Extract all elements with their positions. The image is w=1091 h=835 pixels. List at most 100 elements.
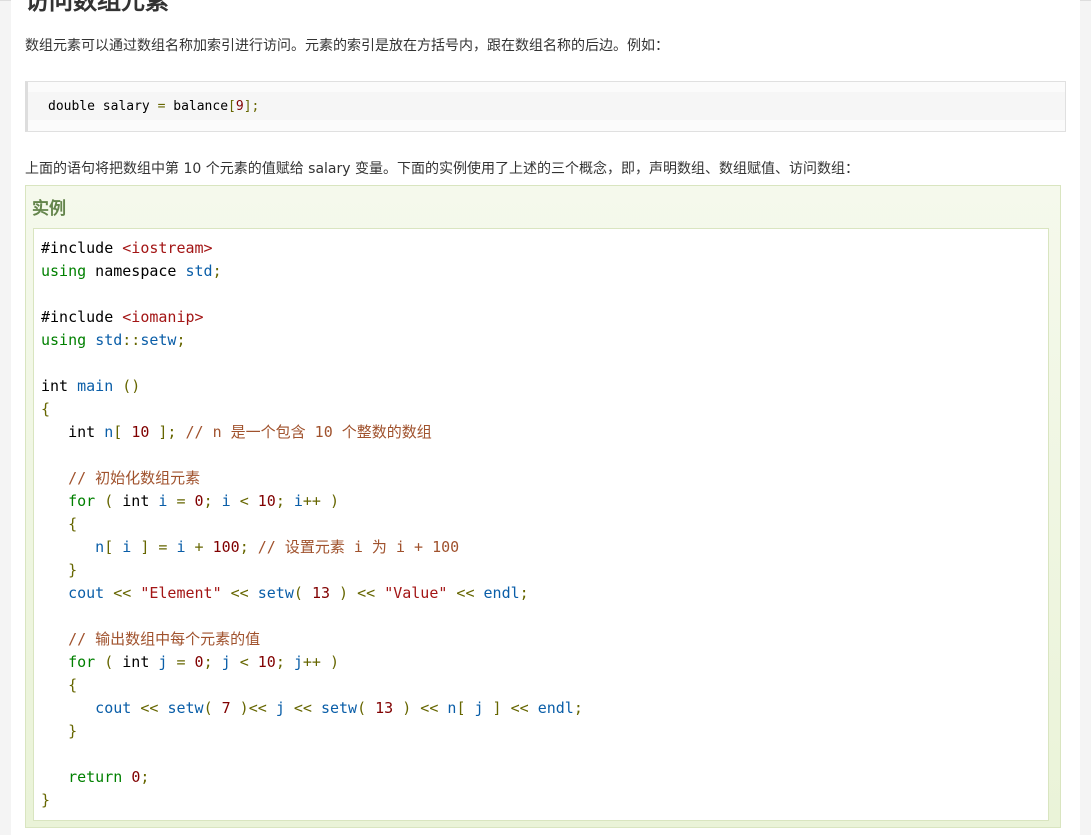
code-line: #include <iostream> bbox=[41, 237, 583, 260]
code-token: cout bbox=[41, 699, 132, 717]
code-token: + bbox=[194, 538, 213, 556]
intro-paragraph: 数组元素可以通过数组名称加索引进行访问。元素的索引是放在方括号内，跟在数组名称的… bbox=[25, 38, 669, 54]
code-token: "Element" bbox=[140, 584, 222, 602]
code-token: 13 bbox=[375, 699, 394, 717]
code-line: for ( int j = 0; j < 10; j++ ) bbox=[41, 651, 583, 674]
code-token: // 输出数组中每个元素的值 bbox=[41, 630, 261, 648]
code-token: i bbox=[149, 492, 177, 510]
code-token: int bbox=[41, 423, 96, 441]
code-token: setw bbox=[320, 699, 358, 717]
code-token: { bbox=[41, 400, 51, 418]
code-line: // 输出数组中每个元素的值 bbox=[41, 628, 583, 651]
code-token: int bbox=[122, 653, 150, 671]
code-token: setw bbox=[257, 584, 294, 602]
code-token: using bbox=[41, 262, 87, 280]
code-token: ; bbox=[203, 653, 222, 671]
code-token: << bbox=[104, 584, 141, 602]
code-token: salary bbox=[94, 99, 158, 114]
code-token: [ bbox=[456, 699, 475, 717]
code-token: endl bbox=[483, 584, 520, 602]
code-token: cout bbox=[41, 584, 105, 602]
code-line: cout << "Element" << setw( 13 ) << "Valu… bbox=[41, 582, 583, 605]
code-token: endl bbox=[537, 699, 574, 717]
code-token: } bbox=[41, 791, 51, 809]
code-token: n bbox=[41, 538, 105, 556]
code-token: << bbox=[447, 584, 484, 602]
code-token: 0 bbox=[131, 768, 141, 786]
code-token: <iomanip> bbox=[122, 308, 204, 326]
code-token: ) << bbox=[330, 584, 385, 602]
code-token: 7 bbox=[221, 699, 231, 717]
example-title: 实例 bbox=[32, 199, 66, 219]
description-paragraph: 上面的语句将把数组中第 10 个元素的值赋给 salary 变量。下面的实例使用… bbox=[25, 161, 859, 177]
code-token: i bbox=[122, 538, 132, 556]
code-token: ; bbox=[275, 653, 294, 671]
example-code: #include <iostream> using namespace std; … bbox=[41, 237, 583, 812]
code-token: #include bbox=[41, 239, 123, 257]
code-line: // 初始化数组元素 bbox=[41, 467, 583, 490]
code-token: { bbox=[41, 676, 78, 694]
code-line: { bbox=[41, 674, 583, 697]
code-token: std bbox=[95, 331, 123, 349]
code-token: ) << bbox=[393, 699, 448, 717]
code-line: { bbox=[41, 513, 583, 536]
code-token: int bbox=[41, 377, 69, 395]
code-token: j bbox=[293, 653, 303, 671]
code-token: std bbox=[185, 262, 213, 280]
code-token: // n 是一个包含 10 个整数的数组 bbox=[185, 423, 432, 441]
example-code-box[interactable]: #include <iostream> using namespace std; … bbox=[33, 228, 1049, 821]
code-token: () bbox=[113, 377, 141, 395]
code-token: = bbox=[176, 492, 195, 510]
code-token: ; bbox=[239, 538, 258, 556]
code-line: for ( int i = 0; i < 10; i++ ) bbox=[41, 490, 583, 513]
code-token: using bbox=[41, 331, 87, 349]
code-token: ; bbox=[140, 768, 150, 786]
code-token: ++ ) bbox=[302, 492, 340, 510]
code-token: [ bbox=[228, 99, 236, 114]
code-token: setw bbox=[167, 699, 204, 717]
code-token: return bbox=[41, 768, 123, 786]
code-token: << bbox=[131, 699, 168, 717]
code-token: i bbox=[221, 492, 240, 510]
code-token: [ bbox=[104, 538, 123, 556]
code-token: main bbox=[77, 377, 114, 395]
code-token: [ bbox=[113, 423, 132, 441]
code-token: << bbox=[284, 699, 321, 717]
code-token: 0 bbox=[194, 653, 204, 671]
code-token: for bbox=[41, 492, 96, 510]
code-token: 100 bbox=[212, 538, 240, 556]
code-token: { bbox=[41, 515, 78, 533]
code-token: <iostream> bbox=[122, 239, 213, 257]
code-line: n[ i ] = i + 100; // 设置元素 i 为 i + 100 bbox=[41, 536, 583, 559]
code-token: setw bbox=[140, 331, 177, 349]
code-token: ] = bbox=[131, 538, 177, 556]
code-token: balance bbox=[165, 99, 229, 114]
code-token: j bbox=[474, 699, 484, 717]
code-token: ( bbox=[203, 699, 222, 717]
code-token: } bbox=[41, 722, 78, 740]
section-heading: 访问数组元素 bbox=[25, 0, 169, 15]
code-token: ; bbox=[519, 584, 529, 602]
code-line: int n[ 10 ]; // n 是一个包含 10 个整数的数组 bbox=[41, 421, 583, 444]
code-line: return 0; bbox=[41, 766, 583, 789]
code-token: )<< bbox=[230, 699, 276, 717]
code-token: j bbox=[149, 653, 177, 671]
code-token: ] << bbox=[483, 699, 538, 717]
code-line: cout << setw( 7 )<< j << setw( 13 ) << n… bbox=[41, 697, 583, 720]
code-line: } bbox=[41, 559, 583, 582]
code-snippet: double salary = balance[9]; bbox=[25, 81, 1066, 132]
code-token: ( bbox=[293, 584, 312, 602]
code-token: ( bbox=[357, 699, 376, 717]
code-token: #include bbox=[41, 308, 123, 326]
code-line: using std::setw; bbox=[41, 329, 583, 352]
code-token: double bbox=[48, 99, 95, 114]
code-line: } bbox=[41, 789, 583, 812]
code-line: { bbox=[41, 398, 583, 421]
code-token: ]; bbox=[149, 423, 186, 441]
